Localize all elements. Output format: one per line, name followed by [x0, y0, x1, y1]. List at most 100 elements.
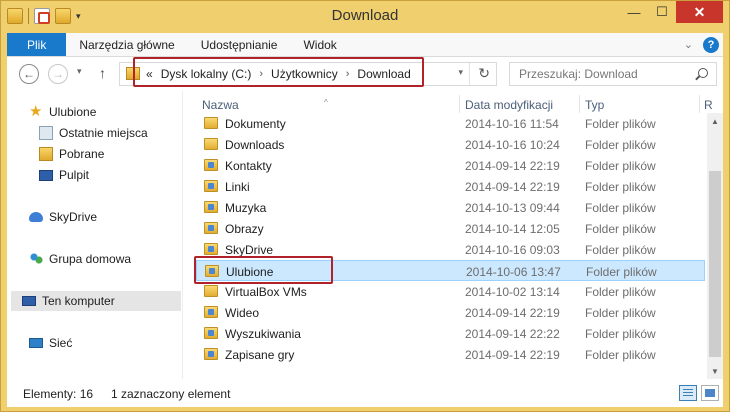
file-date: 2014-10-06 13:47: [466, 265, 561, 279]
nav-label: Pulpit: [59, 168, 90, 182]
file-type: Folder plików: [585, 348, 656, 362]
homegroup-icon: [29, 252, 43, 266]
file-list: ^ Nazwa Data modyfikacji Typ R Dokumenty…: [189, 91, 723, 379]
file-date: 2014-10-16 11:54: [465, 117, 559, 131]
nav-label: Ten komputer: [42, 294, 115, 308]
sort-ascending-icon: ^: [324, 98, 328, 107]
pictures-folder-icon: [204, 222, 218, 234]
tab-file[interactable]: Plik: [7, 33, 67, 56]
maximize-button[interactable]: ☐: [648, 1, 676, 23]
table-row[interactable]: VirtualBox VMs 2014-10-02 13:14 Folder p…: [196, 281, 705, 302]
address-divider: [469, 63, 470, 85]
table-row[interactable]: Dokumenty 2014-10-16 11:54 Folder plików: [196, 113, 705, 134]
file-name: Muzyka: [225, 201, 267, 215]
skydrive-folder-icon: [204, 243, 218, 255]
file-type: Folder plików: [585, 138, 656, 152]
file-type: Folder plików: [585, 159, 656, 173]
expand-ribbon-icon[interactable]: ⌄: [684, 38, 693, 51]
back-button[interactable]: ←: [19, 64, 39, 84]
file-date: 2014-09-14 22:19: [465, 348, 560, 362]
refresh-icon[interactable]: ↻: [478, 65, 490, 82]
column-divider[interactable]: [699, 95, 700, 113]
file-name: Linki: [225, 180, 250, 194]
file-date: 2014-10-16 10:24: [465, 138, 560, 152]
help-icon[interactable]: ?: [703, 36, 719, 53]
up-button[interactable]: ↑: [99, 65, 106, 81]
file-date: 2014-10-14 12:05: [465, 222, 560, 236]
address-dropdown-icon[interactable]: ▾: [458, 67, 463, 78]
nav-item-desktop[interactable]: Pulpit: [39, 168, 89, 182]
music-folder-icon: [204, 201, 218, 213]
column-header: ^ Nazwa Data modyfikacji Typ R: [189, 91, 713, 113]
nav-label: Ulubione: [49, 105, 97, 119]
file-name: Downloads: [225, 138, 285, 152]
table-row[interactable]: Kontakty 2014-09-14 22:19 Folder plików: [196, 155, 705, 176]
tab-home[interactable]: Narzędzia główne: [66, 33, 187, 56]
star-icon: ★: [29, 103, 43, 120]
scroll-up-icon[interactable]: ▲: [711, 117, 719, 126]
file-date: 2014-10-16 09:03: [465, 243, 560, 257]
ribbon-tabs: Plik Narzędzia główne Udostępnianie Wido…: [7, 33, 723, 57]
minimize-button[interactable]: —: [620, 1, 648, 23]
contacts-folder-icon: [204, 159, 218, 171]
column-type[interactable]: Typ: [585, 98, 604, 112]
table-row[interactable]: Wyszukiwania 2014-09-14 22:22 Folder pli…: [196, 323, 705, 344]
close-button[interactable]: ✕: [676, 1, 723, 23]
scrollbar-thumb[interactable]: [709, 171, 721, 357]
search-icon[interactable]: [698, 68, 708, 78]
nav-label: Grupa domowa: [49, 252, 132, 266]
large-icons-view-icon[interactable]: [701, 385, 719, 401]
table-row[interactable]: Linki 2014-09-14 22:19 Folder plików: [196, 176, 705, 197]
nav-item-skydrive[interactable]: SkyDrive: [29, 210, 97, 224]
address-highlight-box: [133, 57, 424, 87]
tab-view[interactable]: Widok: [290, 33, 349, 56]
status-bar: Elementy: 16 1 zaznaczony element: [7, 379, 723, 407]
column-date[interactable]: Data modyfikacji: [465, 98, 553, 112]
nav-item-downloads[interactable]: Pobrane: [39, 147, 104, 161]
row-highlight-box: [194, 256, 333, 284]
selection-count: 1 zaznaczony element: [111, 387, 231, 401]
details-view-icon[interactable]: [679, 385, 697, 401]
file-type: Folder plików: [585, 306, 656, 320]
column-divider[interactable]: [579, 95, 580, 113]
skydrive-cloud-icon: [29, 212, 43, 222]
table-row[interactable]: Wideo 2014-09-14 22:19 Folder plików: [196, 302, 705, 323]
nav-item-network[interactable]: Sieć: [29, 336, 72, 350]
recent-locations-icon[interactable]: ▾: [77, 66, 82, 77]
column-size[interactable]: R: [704, 98, 713, 112]
file-name: Kontakty: [225, 159, 272, 173]
search-input[interactable]: Przeszukaj: Download: [519, 67, 638, 81]
file-name: Obrazy: [225, 222, 264, 236]
nav-item-homegroup[interactable]: Grupa domowa: [29, 252, 131, 266]
tab-share[interactable]: Udostępnianie: [188, 33, 291, 56]
file-type: Folder plików: [585, 327, 656, 341]
table-row[interactable]: Muzyka 2014-10-13 09:44 Folder plików: [196, 197, 705, 218]
searches-folder-icon: [204, 327, 218, 339]
table-row[interactable]: Zapisane gry 2014-09-14 22:19 Folder pli…: [196, 344, 705, 365]
recent-places-icon: [39, 126, 53, 140]
file-name: VirtualBox VMs: [225, 285, 307, 299]
downloads-folder-icon: [39, 147, 53, 161]
table-row[interactable]: Downloads 2014-10-16 10:24 Folder plików: [196, 134, 705, 155]
vertical-scrollbar[interactable]: ▲ ▼: [707, 113, 723, 379]
nav-item-recent-places[interactable]: Ostatnie miejsca: [39, 126, 148, 140]
file-type: Folder plików: [585, 243, 656, 257]
nav-item-favorites[interactable]: ★ Ulubione: [29, 103, 97, 120]
search-box[interactable]: Przeszukaj: Download: [509, 62, 717, 86]
column-name[interactable]: Nazwa: [202, 98, 239, 112]
forward-button[interactable]: →: [48, 64, 68, 84]
navigation-pane: ★ Ulubione Ostatnie miejsca Pobrane Pulp…: [7, 91, 183, 379]
folder-icon: [204, 117, 218, 129]
nav-item-this-pc[interactable]: Ten komputer: [11, 291, 181, 311]
file-type: Folder plików: [586, 265, 657, 279]
nav-label: Pobrane: [59, 147, 105, 161]
file-date: 2014-09-14 22:19: [465, 159, 560, 173]
scroll-down-icon[interactable]: ▼: [711, 367, 719, 376]
table-row[interactable]: Obrazy 2014-10-14 12:05 Folder plików: [196, 218, 705, 239]
file-type: Folder plików: [585, 285, 656, 299]
column-divider[interactable]: [459, 95, 460, 113]
file-name: SkyDrive: [225, 243, 274, 257]
file-name: Wideo: [225, 306, 260, 320]
videos-folder-icon: [204, 306, 218, 318]
nav-label: Sieć: [49, 336, 73, 350]
